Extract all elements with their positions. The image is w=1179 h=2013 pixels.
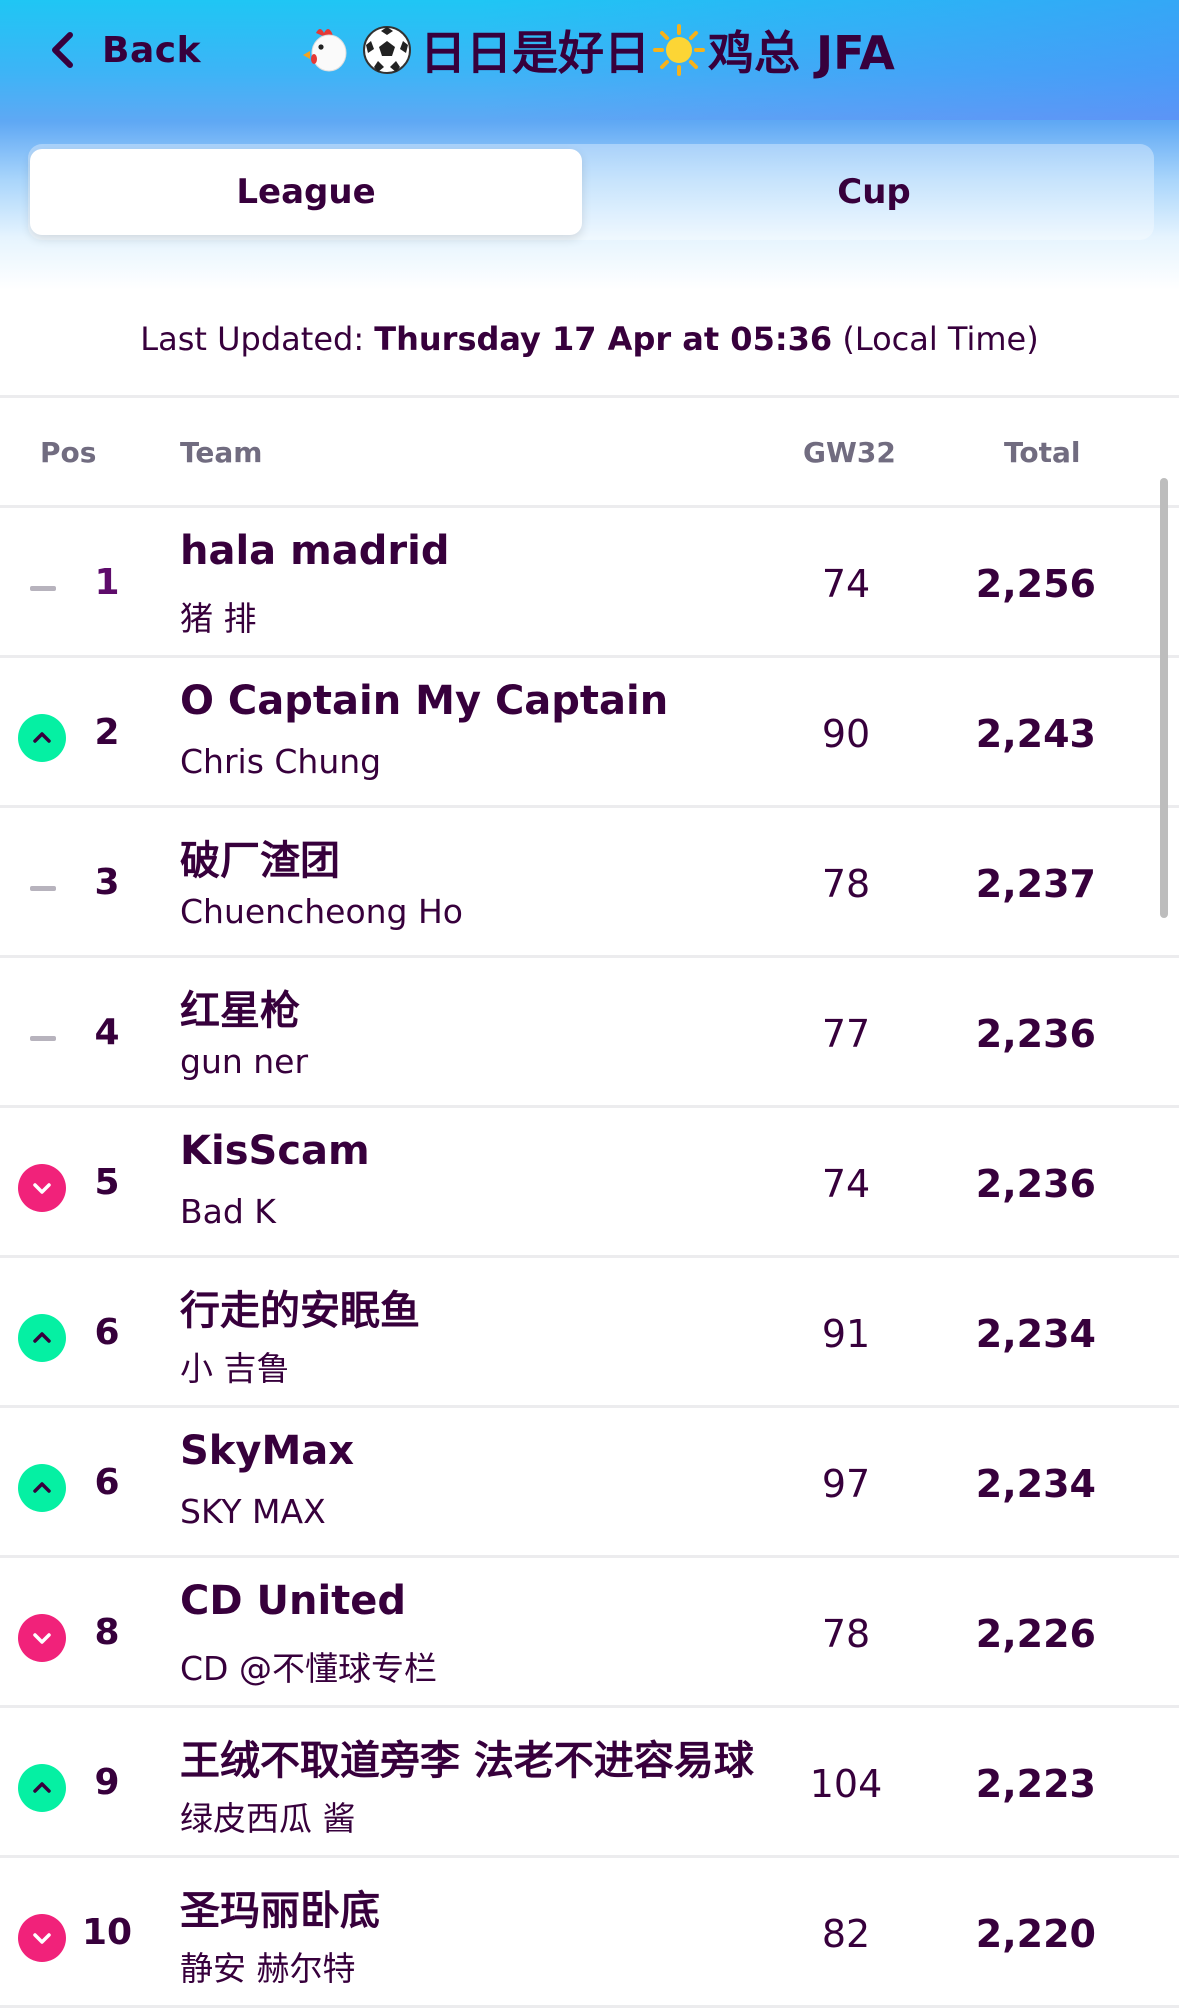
row-total-points: 2,223: [975, 1762, 1096, 1806]
back-button[interactable]: Back: [44, 20, 201, 80]
table-row[interactable]: 3 破厂渣团 Chuencheong Ho 78 2,237: [0, 808, 1179, 958]
table-row[interactable]: 4 红星枪 gun ner 77 2,236: [0, 958, 1179, 1108]
table-header: Pos Team GW32 Total: [0, 400, 1179, 505]
column-team: Team: [180, 436, 263, 469]
row-manager-name: Bad K: [180, 1192, 276, 1231]
movement-same-icon: [30, 886, 56, 891]
divider: [0, 395, 1179, 398]
row-position: 10: [81, 1912, 133, 1953]
back-label: Back: [102, 29, 202, 71]
tab-league[interactable]: League: [30, 149, 582, 235]
row-total-points: 2,220: [975, 1912, 1096, 1956]
row-team-name: 行走的安眠鱼: [180, 1288, 420, 1334]
movement-down-icon: [18, 1914, 66, 1962]
row-gw-points: 97: [821, 1462, 871, 1506]
row-team-name: hala madrid: [180, 528, 450, 574]
movement-up-icon: [18, 1314, 66, 1362]
row-total-points: 2,234: [975, 1462, 1096, 1506]
row-manager-name: 小 吉鲁: [180, 1349, 290, 1388]
standings-table: 1 hala madrid 猪 排 74 2,256 2 O Captain M…: [0, 508, 1179, 2008]
movement-up-icon: [18, 1764, 66, 1812]
sun-icon: [653, 24, 705, 76]
row-gw-points: 104: [809, 1762, 883, 1806]
row-gw-points: 78: [821, 1612, 871, 1656]
scrollbar[interactable]: [1160, 478, 1168, 918]
table-row[interactable]: 5 KisScam Bad K 74 2,236: [0, 1108, 1179, 1258]
row-team-name: 王绒不取道旁李 法老不进容易球: [180, 1738, 754, 1784]
row-gw-points: 90: [821, 712, 871, 756]
table-row[interactable]: 10 圣玛丽卧底 静安 赫尔特 82 2,220: [0, 1858, 1179, 2008]
row-team-name: CD United: [180, 1578, 407, 1624]
row-total-points: 2,234: [975, 1312, 1096, 1356]
table-row[interactable]: 6 SkyMax SKY MAX 97 2,234: [0, 1408, 1179, 1558]
row-total-points: 2,237: [975, 862, 1096, 906]
row-manager-name: Chris Chung: [180, 742, 382, 781]
row-team-name: 红星枪: [180, 988, 300, 1034]
column-total: Total: [1004, 436, 1081, 469]
row-team-name: SkyMax: [180, 1428, 355, 1474]
row-gw-points: 91: [821, 1312, 871, 1356]
table-row[interactable]: 6 行走的安眠鱼 小 吉鲁 91 2,234: [0, 1258, 1179, 1408]
movement-down-icon: [18, 1614, 66, 1662]
row-gw-points: 78: [821, 862, 871, 906]
last-updated: Last Updated: Thursday 17 Apr at 05:36 (…: [0, 320, 1179, 358]
row-manager-name: 绿皮西瓜 酱: [180, 1799, 356, 1838]
row-manager-name: gun ner: [180, 1042, 309, 1081]
row-position: 9: [94, 1762, 120, 1803]
soccer-ball-icon: [363, 26, 411, 74]
header: Back 日日是好日 鸡总 JFA League Cup: [0, 0, 1179, 290]
row-position: 6: [94, 1312, 120, 1353]
title-name: 日日是好日: [420, 26, 650, 80]
row-position: 3: [94, 862, 120, 903]
row-position: 1: [94, 562, 120, 603]
row-total-points: 2,256: [975, 562, 1096, 606]
row-position: 5: [94, 1162, 120, 1203]
row-total-points: 2,236: [975, 1012, 1096, 1056]
row-manager-name: 猪 排: [180, 599, 257, 638]
row-gw-points: 74: [821, 562, 871, 606]
movement-up-icon: [18, 714, 66, 762]
table-row[interactable]: 9 王绒不取道旁李 法老不进容易球 绿皮西瓜 酱 104 2,223: [0, 1708, 1179, 1858]
rooster-icon: [303, 29, 347, 72]
row-position: 4: [94, 1012, 120, 1053]
row-team-name: 破厂渣团: [180, 838, 340, 884]
row-gw-points: 74: [821, 1162, 871, 1206]
row-manager-name: Chuencheong Ho: [180, 892, 463, 931]
page-title: 日日是好日 鸡总 JFA: [300, 18, 940, 82]
movement-same-icon: [30, 1036, 56, 1041]
chevron-left-icon: [52, 32, 73, 68]
row-team-name: KisScam: [180, 1128, 370, 1174]
row-gw-points: 77: [821, 1012, 871, 1056]
row-position: 6: [94, 1462, 120, 1503]
league-cup-tabs: League Cup: [28, 144, 1154, 240]
row-total-points: 2,243: [975, 712, 1096, 756]
movement-same-icon: [30, 586, 56, 591]
row-manager-name: 静安 赫尔特: [180, 1949, 356, 1988]
title-suffix: 鸡总 JFA: [708, 26, 895, 80]
table-row[interactable]: 8 CD United CD @不懂球专栏 78 2,226: [0, 1558, 1179, 1708]
row-position: 2: [94, 712, 120, 753]
row-manager-name: CD @不懂球专栏: [180, 1649, 437, 1688]
table-row[interactable]: 1 hala madrid 猪 排 74 2,256: [0, 508, 1179, 658]
tab-cup[interactable]: Cup: [598, 149, 1150, 235]
row-team-name: 圣玛丽卧底: [180, 1888, 380, 1934]
last-updated-prefix: Last Updated:: [140, 320, 375, 358]
row-gw-points: 82: [821, 1912, 871, 1956]
table-row[interactable]: 2 O Captain My Captain Chris Chung 90 2,…: [0, 658, 1179, 808]
last-updated-datetime: Thursday 17 Apr at 05:36: [374, 320, 833, 358]
movement-down-icon: [18, 1164, 66, 1212]
last-updated-suffix: (Local Time): [832, 320, 1039, 358]
movement-up-icon: [18, 1464, 66, 1512]
row-team-name: O Captain My Captain: [180, 678, 669, 724]
row-position: 8: [94, 1612, 120, 1653]
column-gw: GW32: [803, 436, 896, 469]
row-total-points: 2,236: [975, 1162, 1096, 1206]
row-total-points: 2,226: [975, 1612, 1096, 1656]
column-pos: Pos: [40, 436, 97, 469]
row-manager-name: SKY MAX: [180, 1492, 326, 1531]
